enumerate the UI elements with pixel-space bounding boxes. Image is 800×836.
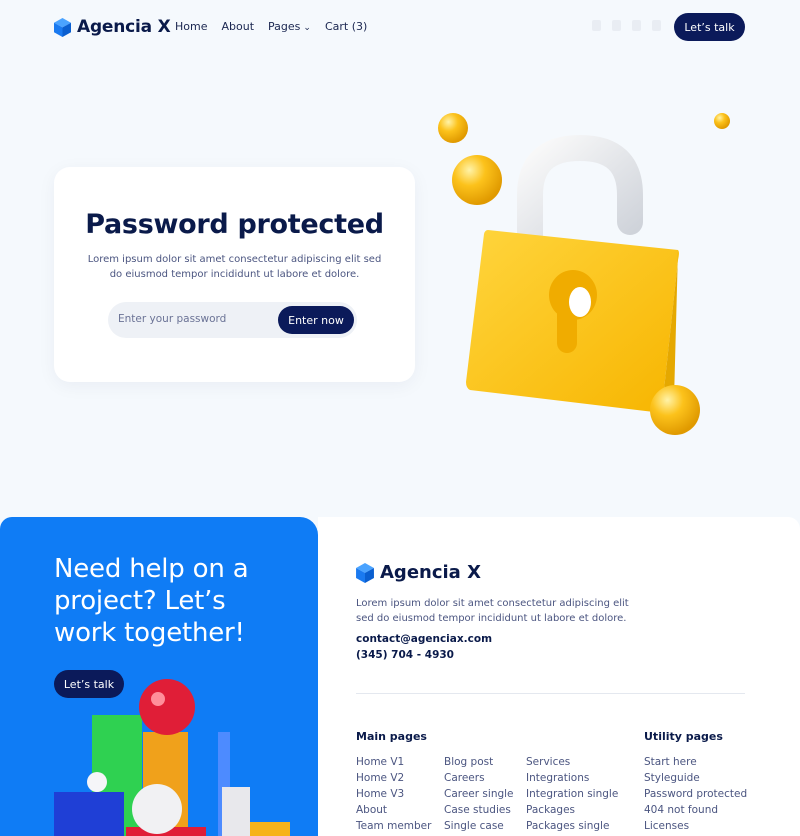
footer-description: Lorem ipsum dolor sit amet consectetur a…	[356, 598, 629, 624]
linkedin-icon[interactable]	[652, 20, 661, 31]
footer-link[interactable]: Home V1	[356, 756, 431, 768]
footer-link[interactable]: Integrations	[526, 772, 618, 784]
facebook-icon[interactable]	[592, 20, 601, 31]
password-card: Password protected Lorem ipsum dolor sit…	[54, 167, 415, 382]
footer-link[interactable]: Career single	[444, 788, 514, 800]
footer-brand-name: Agencia X	[380, 562, 481, 583]
lock-shackle	[517, 134, 643, 248]
footer-link[interactable]: Home V2	[356, 772, 431, 784]
footer-link[interactable]: Home V3	[356, 788, 431, 800]
footer-link[interactable]: Careers	[444, 772, 514, 784]
footer-link[interactable]: Integration single	[526, 788, 618, 800]
padlock-illustration	[438, 113, 730, 435]
brand-name: Agencia X	[77, 17, 171, 37]
footer-link[interactable]: About	[356, 804, 431, 816]
footer-link[interactable]: Packages single	[526, 820, 618, 832]
utility-pages-heading: Utility pages	[644, 730, 723, 743]
footer-phone-link[interactable]: (345) 704 - 4930	[356, 649, 454, 661]
footer-link[interactable]: Single case	[444, 820, 514, 832]
page-description: Lorem ipsum dolor sit amet consectetur a…	[87, 254, 382, 280]
main-pages-column-1: Home V1 Home V2 Home V3 About Team membe…	[356, 756, 431, 832]
sphere-decoration	[452, 155, 502, 205]
sphere-decoration	[438, 113, 468, 143]
nav-link-pages[interactable]: Pages ⌄	[268, 20, 311, 33]
footer-lets-talk-button[interactable]: Let’s talk	[54, 670, 124, 698]
page-title: Password protected	[85, 209, 384, 240]
brand-logo[interactable]: Agencia X	[54, 17, 171, 37]
footer-link[interactable]: Case studies	[444, 804, 514, 816]
cube-logo-icon	[54, 17, 71, 37]
footer-brand-logo[interactable]: Agencia X	[356, 562, 481, 583]
password-form: Enter your password Enter now	[108, 302, 357, 338]
sphere-decoration	[650, 385, 700, 435]
nav-link-cart[interactable]: Cart (3)	[325, 20, 367, 33]
main-pages-column-3: Services Integrations Integration single…	[526, 756, 618, 832]
main-pages-column-2: Blog post Careers Career single Case stu…	[444, 756, 514, 832]
cube-logo-icon	[356, 562, 374, 583]
footer-link[interactable]: Team member	[356, 820, 431, 832]
social-links	[592, 20, 661, 31]
chevron-down-icon: ⌄	[303, 23, 311, 33]
top-navigation: Agencia X Home About Pages ⌄ Cart (3) Let…	[0, 0, 800, 54]
main-menu: Home About Pages ⌄ Cart (3)	[175, 20, 367, 33]
instagram-icon[interactable]	[632, 20, 641, 31]
main-pages-heading: Main pages	[356, 730, 427, 743]
password-input[interactable]: Enter your password	[118, 313, 226, 325]
keyhole-highlight	[569, 287, 591, 317]
enter-now-button[interactable]: Enter now	[278, 306, 354, 334]
sphere-decoration	[714, 113, 730, 129]
lets-talk-button[interactable]: Let’s talk	[674, 13, 745, 41]
footer-link[interactable]: Styleguide	[644, 772, 747, 784]
nav-link-home[interactable]: Home	[175, 20, 207, 33]
divider	[356, 693, 745, 694]
footer-link[interactable]: 404 not found	[644, 804, 747, 816]
cta-title: Need help on a project? Let’s work toget…	[54, 554, 249, 648]
footer-link[interactable]: Packages	[526, 804, 618, 816]
nav-link-pages-label: Pages	[268, 20, 301, 33]
utility-pages-column: Start here Styleguide Password protected…	[644, 756, 747, 832]
footer-email-link[interactable]: contact@agenciax.com	[356, 633, 492, 645]
footer-link[interactable]: Start here	[644, 756, 747, 768]
footer-link[interactable]: Services	[526, 756, 618, 768]
footer-link[interactable]: Licenses	[644, 820, 747, 832]
cta-panel: Need help on a project? Let’s work toget…	[0, 517, 318, 836]
footer-link[interactable]: Blog post	[444, 756, 514, 768]
nav-link-about[interactable]: About	[221, 20, 254, 33]
twitter-icon[interactable]	[612, 20, 621, 31]
footer-link[interactable]: Password protected	[644, 788, 747, 800]
footer-info: Agencia X Lorem ipsum dolor sit amet con…	[318, 517, 800, 836]
